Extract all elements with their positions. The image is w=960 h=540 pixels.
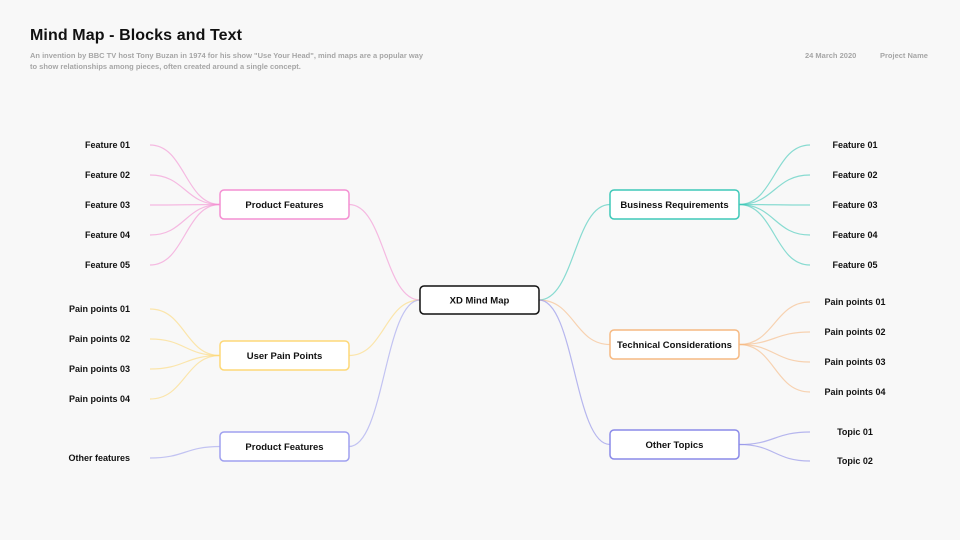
connector-leaf-product-features-2 [149,203,221,206]
connector-leaf-product-features-4 [149,203,221,266]
connector-center-business-requirements [538,203,611,301]
node-label-user-pain-points: User Pain Points [247,351,323,362]
connector-leaf-user-pain-points-0 [149,308,221,357]
node-technical-considerations: Technical Considerations [609,329,740,360]
connector-leaf-business-requirements-2 [738,203,811,206]
connector-leaf-other-topics-1 [738,443,811,462]
leaf-business-requirements-4: Feature 05 [832,260,877,270]
connector-center-product-features-2 [348,299,421,448]
leaf-business-requirements-0: Feature 01 [832,140,877,150]
node-center: XD Mind Map [419,285,540,315]
connector-center-user-pain-points [348,299,421,357]
node-label-business-requirements: Business Requirements [620,200,728,211]
connector-leaf-product-features-1 [149,174,221,206]
connector-leaf-product-features-0 [149,144,221,206]
connector-leaf-user-pain-points-1 [149,338,221,357]
node-label-technical-considerations: Technical Considerations [617,340,732,351]
leaf-user-pain-points-1: Pain points 02 [69,334,130,344]
connector-leaf-technical-considerations-3 [738,343,811,393]
connector-leaf-product-features-2-0 [149,445,221,459]
connector-leaf-product-features-3 [149,203,221,236]
leaf-product-features-2-0: Other features [68,453,130,463]
node-product-features-2: Product Features [219,431,350,462]
mind-map: Feature 01 Feature 02 Feature 03 Feature 04… [68,140,885,466]
leaf-business-requirements-1: Feature 02 [832,170,877,180]
leaf-product-features-1: Feature 02 [85,170,130,180]
connector-leaf-business-requirements-1 [738,174,811,206]
node-business-requirements: Business Requirements [609,189,740,220]
leaf-product-features-4: Feature 05 [85,260,130,270]
leaf-technical-considerations-2: Pain points 03 [824,357,885,367]
nodes: Feature 01 Feature 02 Feature 03 Feature 04… [68,140,885,466]
node-product-features: Product Features [219,189,350,220]
node-label-product-features-2: Product Features [245,442,323,453]
leaf-product-features-2: Feature 03 [85,200,130,210]
leaf-user-pain-points-2: Pain points 03 [69,364,130,374]
connector-center-technical-considerations [538,299,611,346]
leaf-other-topics-0: Topic 01 [837,427,873,437]
connector-leaf-other-topics-0 [738,431,811,446]
node-user-pain-points: User Pain Points [219,340,350,371]
leaf-technical-considerations-1: Pain points 02 [824,327,885,337]
connector-leaf-business-requirements-3 [738,203,811,236]
node-label-product-features: Product Features [245,200,323,211]
leaf-technical-considerations-0: Pain points 01 [824,297,885,307]
leaf-product-features-0: Feature 01 [85,140,130,150]
connector-center-product-features [348,203,421,301]
node-other-topics: Other Topics [609,429,740,460]
connector-leaf-business-requirements-0 [738,144,811,206]
leaf-business-requirements-3: Feature 04 [832,230,877,240]
leaf-user-pain-points-0: Pain points 01 [69,304,130,314]
connector-leaf-business-requirements-4 [738,203,811,266]
connector-leaf-technical-considerations-2 [738,343,811,363]
leaf-user-pain-points-3: Pain points 04 [69,394,130,404]
leaf-business-requirements-2: Feature 03 [832,200,877,210]
leaf-product-features-3: Feature 04 [85,230,130,240]
node-label-other-topics: Other Topics [646,440,704,451]
node-label-center: XD Mind Map [450,296,510,307]
leaf-technical-considerations-3: Pain points 04 [824,387,885,397]
leaf-other-topics-1: Topic 02 [837,456,873,466]
